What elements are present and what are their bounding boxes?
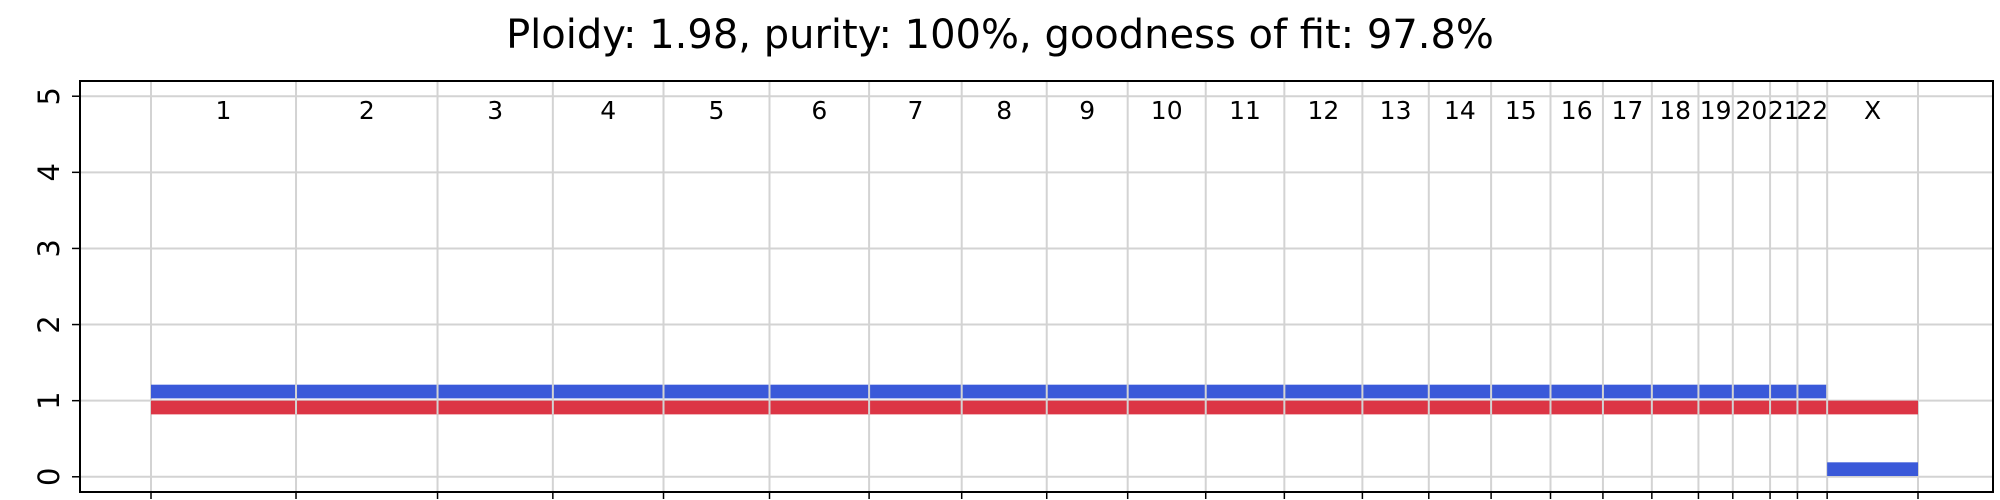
copy-number-segment: [151, 384, 1828, 399]
y-tick-label: 2: [32, 315, 66, 333]
chromosome-label: 8: [996, 96, 1012, 125]
chromosome-label: 6: [811, 96, 827, 125]
copy-number-segment: [151, 400, 1918, 415]
y-tick-label: 5: [32, 87, 66, 105]
plot-frame: [79, 80, 1994, 493]
chromosome-label: 21: [1768, 96, 1800, 125]
chromosome-label: 4: [600, 96, 616, 125]
cnv-plot: 1 2 3 4 5 6 7 8 9 10 11 12 13 14 15 16 17 18 19 20 2122 X 012…: [32, 80, 1994, 499]
chromosome-label: 3: [487, 96, 503, 125]
copy-number-segment: [1827, 462, 1918, 477]
chromosome-label: 22: [1796, 96, 1828, 125]
chromosome-label: X: [1864, 96, 1881, 125]
chromosome-label: 7: [907, 96, 923, 125]
chromosome-labels: 1 2 3 4 5 6 7 8 9 10 11 12 13 14 15 16 17 18 19 20 2122 X: [216, 96, 1882, 125]
y-tick-label: 1: [32, 391, 66, 409]
chromosome-label: 12: [1307, 96, 1339, 125]
grid-lines: [80, 81, 1993, 492]
chromosome-label: 13: [1380, 96, 1412, 125]
chromosome-label: 14: [1444, 96, 1476, 125]
copy-number-segments: [151, 383, 1918, 477]
chromosome-label: 9: [1079, 96, 1095, 125]
chromosome-label: 16: [1561, 96, 1593, 125]
chromosome-label: 15: [1505, 96, 1537, 125]
chromosome-label: 20: [1736, 96, 1768, 125]
y-tick-label: 0: [32, 468, 66, 486]
y-tick-label: 3: [32, 239, 66, 257]
chromosome-label: 10: [1151, 96, 1183, 125]
chromosome-label: 2: [359, 96, 375, 125]
chromosome-label: 18: [1659, 96, 1691, 125]
chromosome-label: 5: [709, 96, 725, 125]
chromosome-label: 1: [216, 96, 232, 125]
chromosome-label: 17: [1611, 96, 1643, 125]
chromosome-label: 11: [1229, 96, 1261, 125]
y-tick-label: 4: [32, 163, 66, 181]
chromosome-label: 19: [1700, 96, 1732, 125]
